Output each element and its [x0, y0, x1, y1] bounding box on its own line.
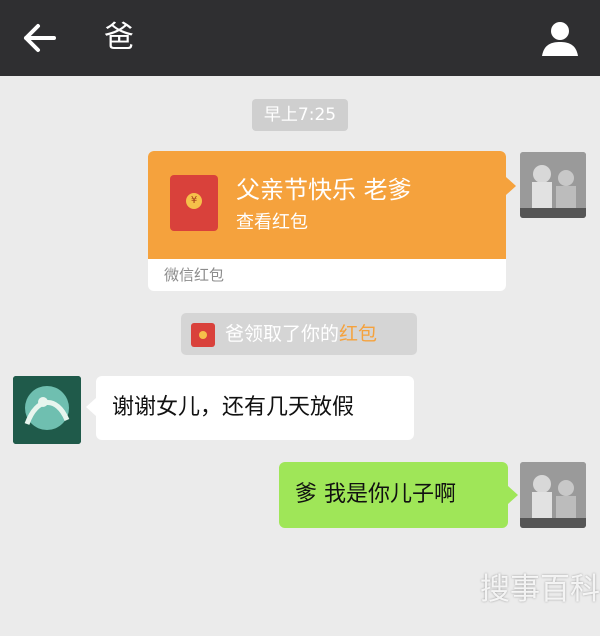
user-icon[interactable]: [540, 18, 580, 58]
bubble-tail: [86, 398, 96, 416]
chat-title: 爸: [104, 20, 134, 55]
notice-red-packet-link[interactable]: 红包: [339, 323, 377, 345]
notice-text: 爸领取了你的红包: [225, 321, 377, 347]
bubble-tail: [506, 177, 516, 195]
top-bar: 爸: [0, 0, 600, 76]
red-packet-message[interactable]: ¥ 父亲节快乐 老爹 查看红包 微信红包: [148, 151, 506, 291]
red-packet-icon: [191, 323, 215, 347]
watermark: 搜事百科: [480, 572, 600, 607]
dad-avatar[interactable]: [13, 376, 81, 444]
message-bubble-me[interactable]: 爹 我是你儿子啊: [279, 462, 508, 528]
red-packet-footer: 微信红包: [164, 266, 225, 284]
red-packet-body: ¥ 父亲节快乐 老爹 查看红包: [148, 151, 506, 259]
red-packet-greeting: 父亲节快乐 老爹: [236, 176, 412, 204]
timestamp-chip: 早上7:25: [252, 99, 348, 131]
my-avatar[interactable]: [520, 462, 586, 528]
message-bubble-dad[interactable]: 谢谢女儿，还有几天放假: [96, 376, 414, 440]
avatar-dragon-image: [13, 376, 81, 444]
system-notice: 爸领取了你的红包: [181, 313, 417, 355]
avatar-photo: [520, 152, 586, 218]
avatar-photo: [520, 462, 586, 528]
bubble-tail: [508, 486, 518, 504]
red-packet-icon: ¥: [170, 175, 218, 231]
my-avatar[interactable]: [520, 152, 586, 218]
red-packet-action: 查看红包: [236, 212, 308, 233]
red-packet-seal: ¥: [186, 193, 202, 209]
notice-prefix: 爸领取了你的: [225, 323, 340, 345]
arrow-left-icon[interactable]: [22, 22, 56, 54]
